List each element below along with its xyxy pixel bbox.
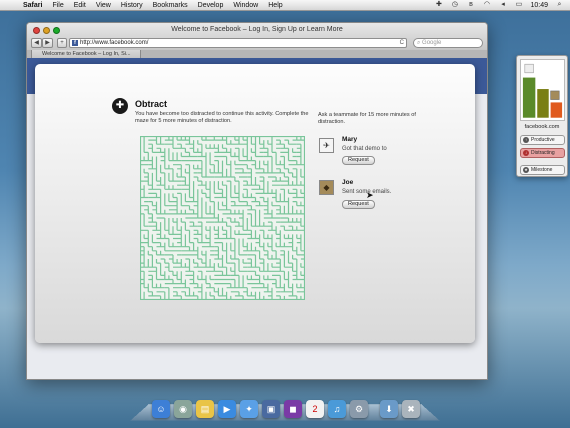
add-bookmark-button[interactable]: + <box>57 38 67 48</box>
preview-icon[interactable]: ▣ <box>262 400 280 418</box>
chart-site-icon <box>524 63 534 74</box>
mary-avatar: ✈ <box>319 138 334 153</box>
facetime-icon[interactable]: ▶ <box>218 400 236 418</box>
widget-site-label: facebook.com <box>524 124 560 130</box>
chart-site-icon <box>550 90 560 100</box>
tab-strip: Welcome to Facebook – Log In, Si... <box>27 50 487 58</box>
menu-file[interactable]: File <box>47 2 68 9</box>
puzzle-menu-icon[interactable]: ✚ <box>434 1 443 9</box>
timemachine-icon[interactable]: ◷ <box>450 1 459 9</box>
system-preferences-icon[interactable]: ⚙ <box>350 400 368 418</box>
finder-icon[interactable]: ☺ <box>152 400 170 418</box>
menu-history[interactable]: History <box>116 2 148 9</box>
tab-facebook[interactable]: Welcome to Facebook – Log In, Si... <box>31 50 141 58</box>
distraction-bar-chart <box>520 59 565 121</box>
search-field[interactable]: ⌕ Google <box>413 38 483 48</box>
maze[interactable] <box>140 136 305 300</box>
productive-icon: ↑ <box>523 137 529 143</box>
spotlight-icon[interactable]: ⌕ <box>555 1 564 9</box>
menu-help[interactable]: Help <box>263 2 287 9</box>
teammate-name: Joe <box>342 179 354 186</box>
address-bar[interactable]: f http://www.facebook.com/ C <box>69 38 407 48</box>
milestone-button[interactable]: ★ Milestone <box>520 165 565 175</box>
wifi-icon[interactable]: ◠ <box>482 1 491 9</box>
milestone-icon: ★ <box>523 167 529 173</box>
facebook-favicon-icon: f <box>72 40 78 46</box>
menu-bar: Safari File Edit View History Bookmarks … <box>0 0 570 11</box>
teammate-name: Mary <box>342 136 358 143</box>
url-text: http://www.facebook.com/ <box>80 40 149 46</box>
menu-extras: ✚ ◷ ʙ ◠ ◂ ▭ 10:49 ⌕ <box>434 1 570 9</box>
mouse-cursor-icon: ➤ <box>366 190 374 200</box>
distracting-label: Distracting <box>531 150 555 156</box>
itunes-icon[interactable]: ♫ <box>328 400 346 418</box>
distracting-button[interactable]: ↓ Distracting <box>520 148 565 158</box>
request-button-mary[interactable]: Request <box>342 156 375 165</box>
photo-booth-icon[interactable]: ◼ <box>284 400 302 418</box>
joe-avatar: ◆ <box>319 180 334 195</box>
chart-bar-neutral <box>537 89 549 118</box>
calendar-icon[interactable]: 2 <box>306 400 324 418</box>
obtract-dialog: ✚ Obtract You have become too distracted… <box>35 64 475 343</box>
productive-label: Productive <box>531 137 555 143</box>
chart-bar-distracting <box>550 102 563 118</box>
teammate-status: Got that demo to <box>342 146 387 152</box>
menu-edit[interactable]: Edit <box>69 2 91 9</box>
menu-bookmarks[interactable]: Bookmarks <box>148 2 193 9</box>
puzzle-icon: ✚ <box>112 98 128 114</box>
ask-teammate-text: Ask a teammate for 15 more minutes of di… <box>318 112 416 125</box>
web-page: ✚ Obtract You have become too distracted… <box>27 58 487 379</box>
title-bar: Welcome to Facebook – Log In, Sign Up or… <box>27 23 487 58</box>
chart-bar-productive <box>522 77 536 118</box>
distraction-widget: facebook.com ↑ Productive ↓ Distracting … <box>516 55 568 177</box>
volume-icon[interactable]: ◂ <box>498 1 507 9</box>
forward-button[interactable]: ▶ <box>42 38 53 48</box>
productive-button[interactable]: ↑ Productive <box>520 135 565 145</box>
stickies-icon[interactable]: ▤ <box>196 400 214 418</box>
dashboard-icon[interactable]: ◉ <box>174 400 192 418</box>
menu-view[interactable]: View <box>91 2 116 9</box>
trash-icon[interactable]: ✖ <box>402 400 420 418</box>
window-title: Welcome to Facebook – Log In, Sign Up or… <box>171 26 343 33</box>
back-button[interactable]: ◀ <box>31 38 42 48</box>
request-button-joe[interactable]: Request <box>342 200 375 209</box>
bluetooth-icon[interactable]: ʙ <box>466 1 475 9</box>
search-placeholder: Google <box>422 40 442 46</box>
distracting-icon: ↓ <box>523 150 529 156</box>
maze-walls <box>140 136 305 300</box>
dialog-title: Obtract <box>135 99 168 109</box>
dialog-description: You have become too distracted to contin… <box>135 111 309 124</box>
menu-develop[interactable]: Develop <box>193 2 229 9</box>
milestone-label: Milestone <box>531 167 553 173</box>
menu-window[interactable]: Window <box>228 2 263 9</box>
downloads-folder-icon[interactable]: ⬇ <box>380 400 398 418</box>
reload-icon[interactable]: C <box>400 39 406 47</box>
menu-safari[interactable]: Safari <box>18 2 47 9</box>
clock[interactable]: 10:49 <box>530 2 548 9</box>
battery-icon[interactable]: ▭ <box>514 1 523 9</box>
safari-icon[interactable]: ✦ <box>240 400 258 418</box>
safari-window: Welcome to Facebook – Log In, Sign Up or… <box>26 22 488 380</box>
